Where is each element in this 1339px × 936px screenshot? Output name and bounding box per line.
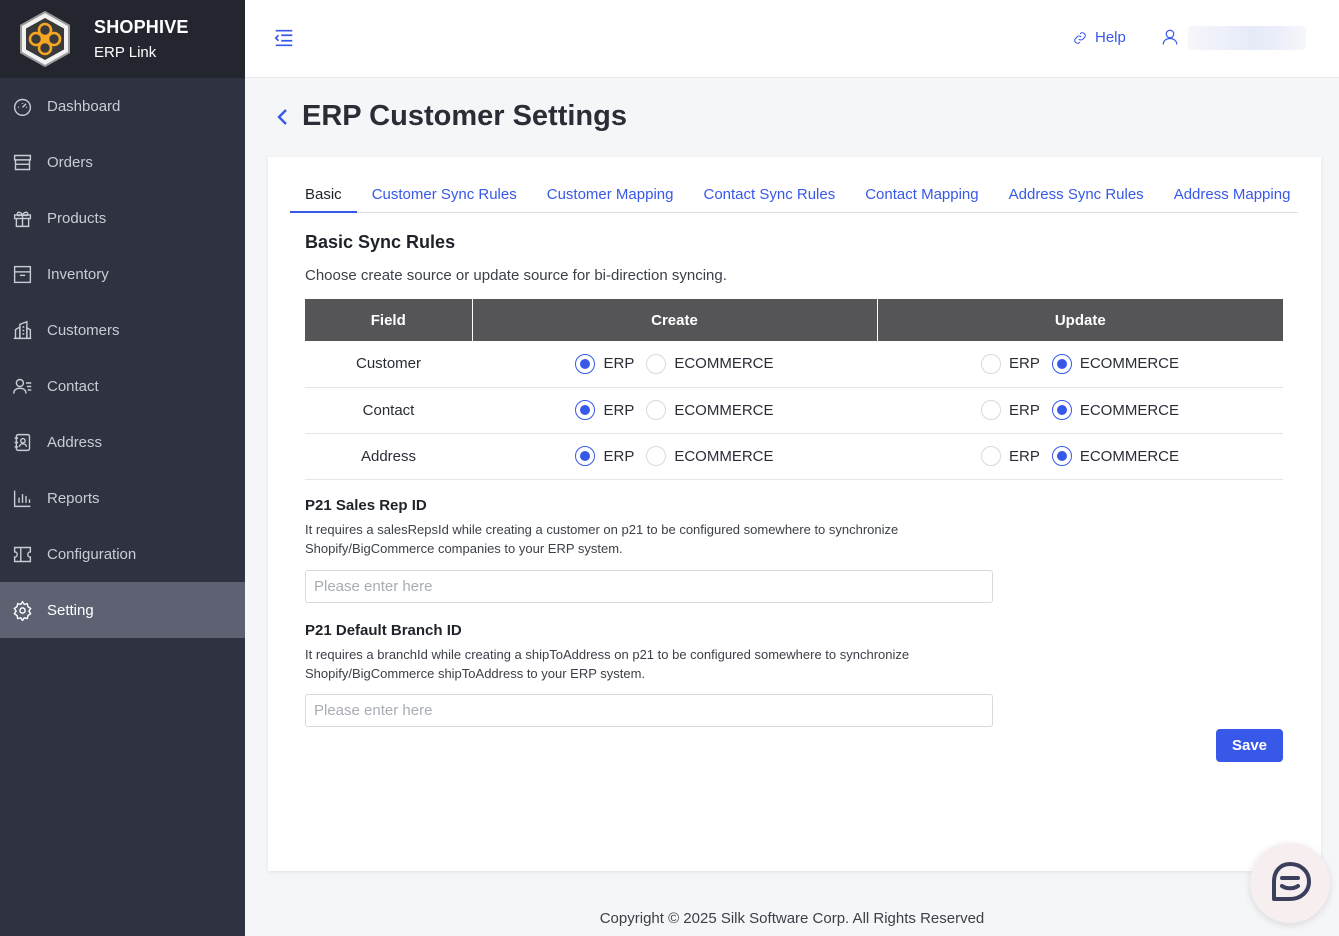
column-header-update: Update	[877, 299, 1283, 341]
sidebar-item-reports[interactable]: Reports	[0, 470, 245, 526]
bar-chart-icon	[11, 487, 33, 509]
row-field-address: Address	[305, 433, 472, 480]
column-header-field: Field	[305, 299, 473, 341]
address-create-ecommerce-radio[interactable]: ECOMMERCE	[646, 446, 774, 466]
brand-name: SHOPHIVE	[94, 17, 189, 37]
sales-rep-label: P21 Sales Rep ID	[305, 497, 427, 514]
help-label: Help	[1095, 29, 1126, 46]
sales-rep-input[interactable]	[305, 570, 993, 603]
address-create-erp-radio[interactable]: ERP	[575, 446, 634, 466]
sales-rep-help: It requires a salesRepsId while creating…	[305, 522, 899, 556]
address-update-erp-radio[interactable]: ERP	[980, 446, 1040, 466]
address-update-ecommerce-radio[interactable]: ECOMMERCE	[1051, 446, 1179, 466]
table-row: Address ERP ECOMMERCE ERP ECOMMERCE	[305, 433, 1283, 480]
page-title: ERP Customer Settings	[302, 100, 627, 132]
dashboard-icon	[11, 95, 33, 117]
tab-address-sync-rules[interactable]: Address Sync Rules	[994, 181, 1159, 213]
brand-subtitle: ERP Link	[94, 44, 157, 61]
customer-create-radio-group: ERP ECOMMERCE	[472, 353, 877, 374]
sidebar: SHOPHIVE ERP Link Dashboard Orders Produ…	[0, 0, 245, 936]
tab-basic[interactable]: Basic	[290, 181, 357, 213]
sidebar-item-label: Contact	[47, 377, 99, 395]
ticket-icon	[11, 543, 33, 565]
sidebar-item-contact[interactable]: Contact	[0, 358, 245, 414]
sidebar-item-label: Customers	[47, 321, 120, 339]
contact-create-erp-radio[interactable]: ERP	[575, 400, 634, 420]
help-link[interactable]: Help	[1073, 29, 1126, 46]
contact-update-ecommerce-radio[interactable]: ECOMMERCE	[1051, 400, 1179, 420]
page-title-bar: ERP Customer Settings	[276, 100, 627, 133]
store-icon	[11, 151, 33, 173]
tab-customer-mapping[interactable]: Customer Mapping	[532, 181, 689, 213]
sidebar-item-label: Address	[47, 433, 103, 451]
address-book-icon	[11, 431, 33, 453]
sidebar-item-inventory[interactable]: Inventory	[0, 246, 245, 302]
address-create-radio-group: ERP ECOMMERCE	[472, 446, 877, 466]
sidebar-item-label: Dashboard	[47, 97, 121, 115]
table-row: Contact ERP ECOMMERCE ERP ECOMMERCE	[305, 387, 1283, 434]
shophive-logo-icon	[20, 10, 70, 68]
contact-update-radio-group: ERP ECOMMERCE	[877, 400, 1283, 420]
sidebar-item-customers[interactable]: Customers	[0, 302, 245, 358]
row-field-customer: Customer	[305, 341, 472, 388]
customer-update-radio-group: ERP ECOMMERCE	[877, 353, 1283, 374]
tab-contact-sync-rules[interactable]: Contact Sync Rules	[688, 181, 850, 213]
sidebar-item-label: Setting	[47, 601, 94, 619]
address-update-radio-group: ERP ECOMMERCE	[877, 446, 1283, 466]
table-row: Customer ERP ECOMMERCE ERP ECOMMERCE	[305, 341, 1283, 388]
chat-widget-button[interactable]	[1250, 843, 1330, 923]
customer-create-erp-radio[interactable]: ERP	[575, 353, 634, 374]
tab-address-mapping[interactable]: Address Mapping	[1159, 181, 1306, 213]
building-icon	[11, 319, 33, 341]
link-icon	[1074, 31, 1086, 44]
customer-update-erp-radio[interactable]: ERP	[980, 353, 1040, 374]
contact-icon	[11, 375, 33, 397]
sidebar-item-label: Inventory	[47, 265, 109, 283]
sidebar-item-configuration[interactable]: Configuration	[0, 526, 245, 582]
sidebar-item-label: Configuration	[47, 545, 137, 563]
row-field-contact: Contact	[305, 387, 472, 434]
chat-icon	[1272, 862, 1311, 901]
customer-create-ecommerce-radio[interactable]: ECOMMERCE	[646, 353, 774, 374]
tab-customer-sync-rules[interactable]: Customer Sync Rules	[357, 181, 532, 213]
back-chevron-icon[interactable]	[276, 108, 292, 126]
branch-input[interactable]	[305, 694, 993, 727]
sidebar-item-label: Orders	[47, 153, 93, 171]
sync-rules-table: Field Create Update Customer ERP ECOMMER…	[305, 299, 1283, 480]
top-header: Help	[245, 0, 1339, 78]
section-description: Choose create source or update source fo…	[305, 267, 727, 284]
footer-copyright: Copyright © 2025 Silk Software Corp. All…	[599, 910, 985, 927]
sidebar-nav: Dashboard Orders Products Inventory Cust…	[0, 78, 245, 638]
sidebar-item-orders[interactable]: Orders	[0, 134, 245, 190]
menu-collapse-icon[interactable]	[273, 27, 295, 49]
save-button[interactable]: Save	[1216, 729, 1283, 762]
contact-update-erp-radio[interactable]: ERP	[980, 400, 1040, 420]
sidebar-item-products[interactable]: Products	[0, 190, 245, 246]
sidebar-item-setting[interactable]: Setting	[0, 582, 245, 638]
user-icon[interactable]	[1161, 28, 1181, 48]
settings-card: Basic Customer Sync Rules Customer Mappi…	[268, 157, 1321, 871]
tab-contact-mapping[interactable]: Contact Mapping	[850, 181, 993, 213]
sidebar-item-label: Reports	[47, 489, 100, 507]
gift-icon	[11, 207, 33, 229]
archive-icon	[11, 263, 33, 285]
column-header-create: Create	[472, 299, 878, 341]
contact-create-ecommerce-radio[interactable]: ECOMMERCE	[646, 400, 774, 420]
branch-label: P21 Default Branch ID	[305, 622, 462, 639]
sidebar-item-label: Products	[47, 209, 107, 227]
contact-create-radio-group: ERP ECOMMERCE	[472, 400, 877, 420]
branch-help: It requires a branchId while creating a …	[305, 647, 910, 681]
section-title: Basic Sync Rules	[305, 232, 456, 252]
sidebar-item-dashboard[interactable]: Dashboard	[0, 78, 245, 134]
sidebar-item-address[interactable]: Address	[0, 414, 245, 470]
gear-icon	[11, 599, 33, 621]
user-name-redacted[interactable]	[1188, 26, 1306, 50]
settings-tabs: Basic Customer Sync Rules Customer Mappi…	[290, 181, 1298, 213]
brand[interactable]: SHOPHIVE ERP Link	[0, 0, 245, 78]
customer-update-ecommerce-radio[interactable]: ECOMMERCE	[1051, 353, 1179, 374]
